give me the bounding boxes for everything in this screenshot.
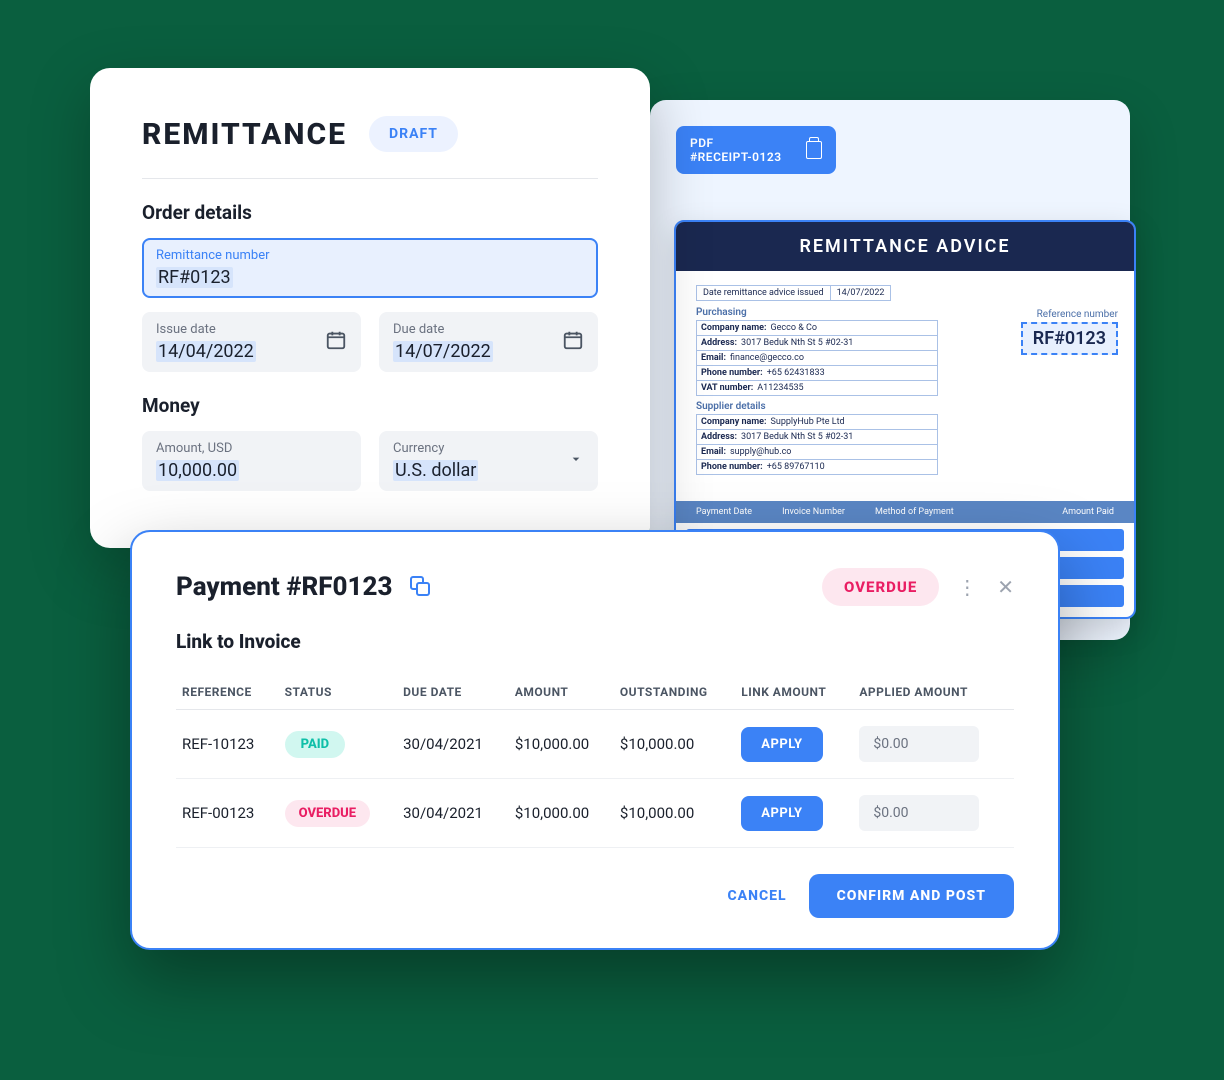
payment-modal: Payment #RF0123 OVERDUE ⋮ ✕ Link to Invo…: [130, 530, 1060, 950]
calendar-icon[interactable]: [325, 329, 347, 355]
document-title: REMITTANCE ADVICE: [676, 222, 1134, 271]
col-applied: APPLIED AMOUNT: [853, 675, 1014, 710]
status-badge-paid: PAID: [285, 731, 345, 758]
confirm-and-post-button[interactable]: CONFIRM AND POST: [809, 874, 1014, 918]
due-date-field[interactable]: Due date 14/07/2022: [379, 312, 598, 372]
table-row: REF-10123 PAID 30/04/2021 $10,000.00 $10…: [176, 710, 1014, 779]
link-to-invoice-heading: Link to Invoice: [176, 630, 1014, 653]
remittance-title: REMITTANCE: [142, 117, 347, 152]
payment-title: Payment #RF0123: [176, 572, 392, 602]
pdf-chip-id: #RECEIPT-0123: [690, 150, 782, 164]
issue-date-field[interactable]: Issue date 14/04/2022: [142, 312, 361, 372]
remittance-form-card: REMITTANCE DRAFT Order details Remittanc…: [90, 68, 650, 548]
col-outstanding: OUTSTANDING: [614, 675, 735, 710]
amount-field[interactable]: Amount, USD 10,000.00: [142, 431, 361, 491]
remittance-status-badge: DRAFT: [369, 116, 458, 152]
col-due: DUE DATE: [397, 675, 509, 710]
reference-number-box: Reference number RF#0123: [1021, 309, 1118, 355]
doc-table-header: Payment Date Invoice Number Method of Pa…: [676, 501, 1134, 523]
issued-date: Date remittance advice issued14/07/2022: [696, 285, 891, 301]
currency-field[interactable]: Currency U.S. dollar: [379, 431, 598, 491]
remittance-number-field[interactable]: Remittance number RF#0123: [142, 238, 598, 298]
table-row: REF-00123 OVERDUE 30/04/2021 $10,000.00 …: [176, 779, 1014, 848]
supplier-heading: Supplier details: [696, 401, 1114, 412]
more-icon[interactable]: ⋮: [957, 577, 979, 597]
status-badge-overdue: OVERDUE: [285, 800, 370, 827]
cancel-button[interactable]: CANCEL: [728, 888, 787, 904]
col-link-amount: LINK AMOUNT: [735, 675, 853, 710]
col-reference: REFERENCE: [176, 675, 279, 710]
remittance-number-label: Remittance number: [156, 248, 584, 263]
calendar-icon[interactable]: [562, 329, 584, 355]
apply-button[interactable]: APPLY: [741, 727, 822, 762]
chevron-down-icon[interactable]: [568, 451, 584, 471]
trash-icon[interactable]: [806, 141, 822, 159]
applied-amount-input[interactable]: [859, 726, 979, 762]
pdf-chip-label: PDF: [690, 136, 782, 150]
close-icon[interactable]: ✕: [997, 575, 1014, 599]
col-status: STATUS: [279, 675, 398, 710]
col-amount: AMOUNT: [509, 675, 614, 710]
pdf-chip[interactable]: PDF #RECEIPT-0123: [676, 126, 836, 174]
applied-amount-input[interactable]: [859, 795, 979, 831]
copy-icon[interactable]: [410, 576, 432, 598]
remittance-number-value: RF#0123: [156, 267, 233, 288]
money-heading: Money: [142, 394, 598, 417]
apply-button[interactable]: APPLY: [741, 796, 822, 831]
invoice-table: REFERENCE STATUS DUE DATE AMOUNT OUTSTAN…: [176, 675, 1014, 848]
order-details-heading: Order details: [142, 201, 598, 224]
payment-status-badge: OVERDUE: [822, 568, 939, 606]
